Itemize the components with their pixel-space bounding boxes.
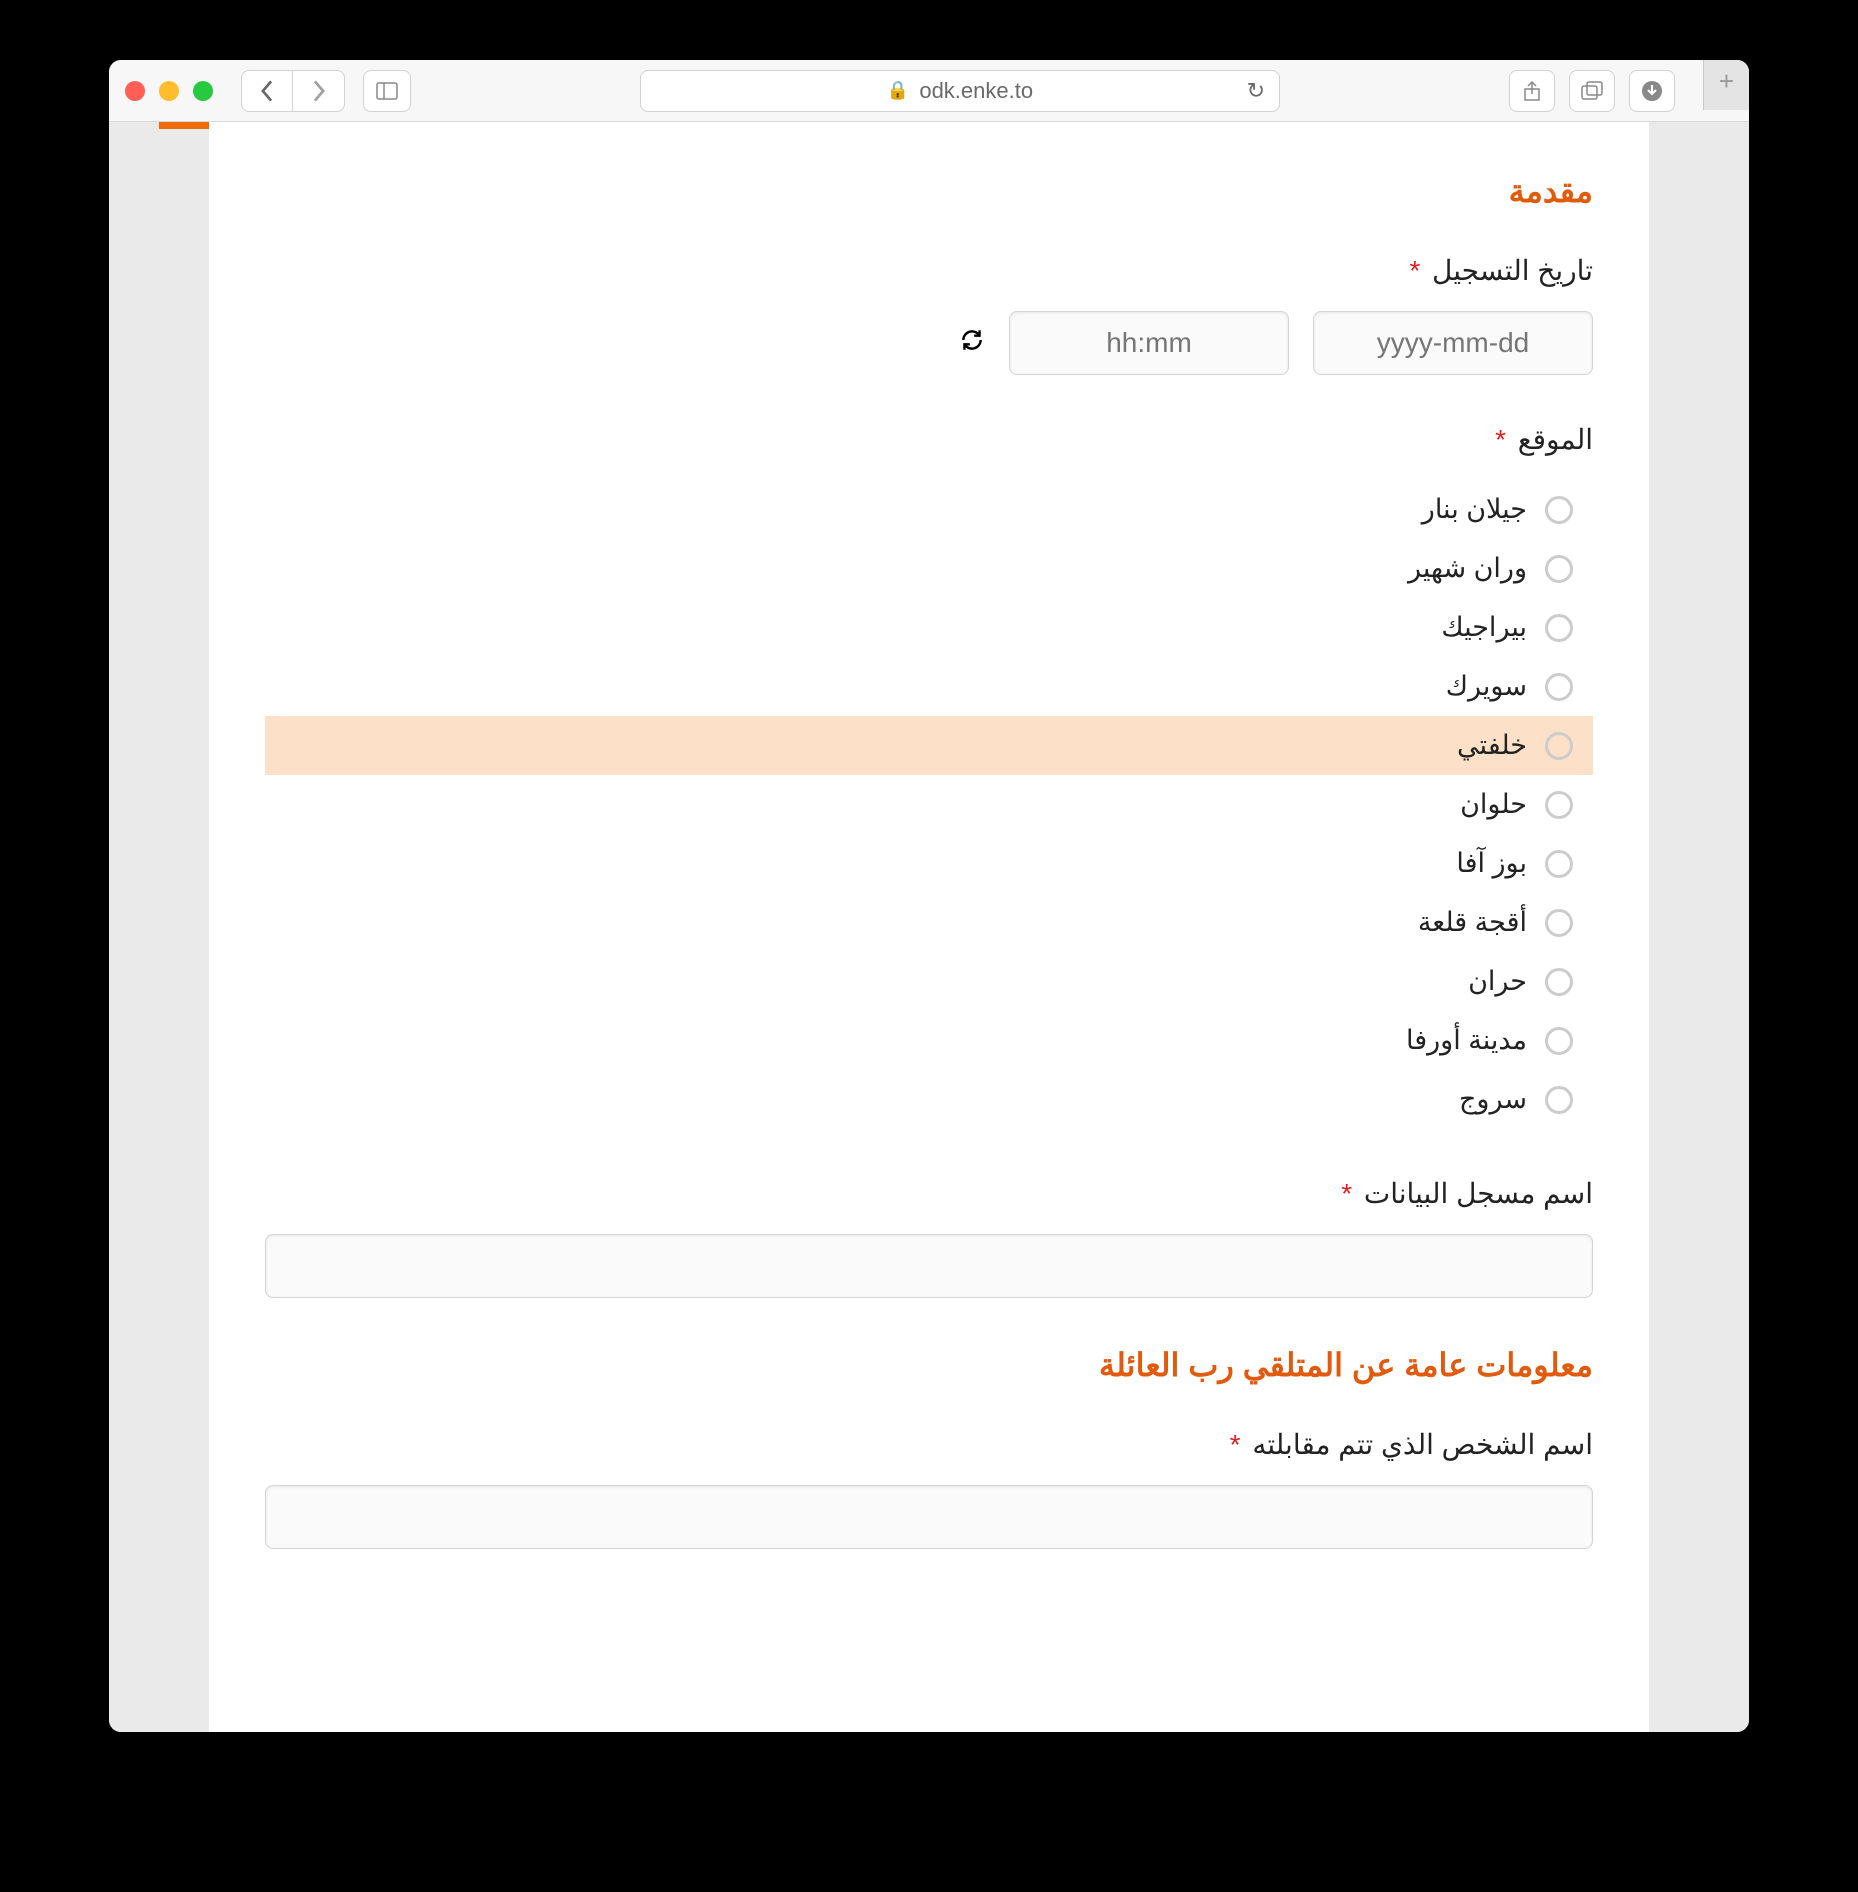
- time-input[interactable]: [1009, 311, 1289, 375]
- sidebar-toggle-button[interactable]: [363, 70, 411, 112]
- required-marker: *: [1341, 1178, 1352, 1209]
- location-option-label: وران شهير: [1408, 553, 1527, 584]
- progress-indicator: [159, 122, 209, 129]
- location-option[interactable]: جيلان بنار: [265, 480, 1593, 539]
- minimize-window-button[interactable]: [159, 81, 179, 101]
- radio-icon: [1545, 909, 1573, 937]
- location-option-label: بوز آفا: [1456, 848, 1527, 879]
- radio-icon: [1545, 614, 1573, 642]
- window-controls: [125, 81, 213, 101]
- location-option[interactable]: خلفتي: [265, 716, 1593, 775]
- nav-buttons: [241, 70, 345, 112]
- radio-icon: [1545, 732, 1573, 760]
- tabs-button[interactable]: [1569, 70, 1615, 112]
- url-text: odk.enke.to: [919, 78, 1033, 104]
- location-option[interactable]: سويرك: [265, 657, 1593, 716]
- refresh-datetime-button[interactable]: [959, 327, 985, 360]
- location-option-label: أقجة قلعة: [1418, 907, 1527, 938]
- section-intro-title: مقدمة: [265, 172, 1593, 210]
- label-interviewee-name: اسم الشخص الذي تتم مقابلته *: [265, 1428, 1593, 1461]
- location-option[interactable]: حلوان: [265, 775, 1593, 834]
- location-option-label: مدينة أورفا: [1406, 1025, 1527, 1056]
- new-tab-button[interactable]: +: [1703, 60, 1749, 110]
- browser-toolbar: 🔒 odk.enke.to ↻ +: [109, 60, 1749, 122]
- address-bar[interactable]: 🔒 odk.enke.to ↻: [640, 70, 1280, 112]
- radio-icon: [1545, 850, 1573, 878]
- location-option-label: سروج: [1459, 1084, 1527, 1115]
- location-option[interactable]: أقجة قلعة: [265, 893, 1593, 952]
- interviewee-name-input[interactable]: [265, 1485, 1593, 1549]
- label-registration-date-text: تاريخ التسجيل: [1432, 255, 1593, 286]
- location-option-label: خلفتي: [1457, 730, 1527, 761]
- date-input[interactable]: [1313, 311, 1593, 375]
- label-interviewee-name-text: اسم الشخص الذي تتم مقابلته: [1252, 1429, 1593, 1460]
- location-option[interactable]: مدينة أورفا: [265, 1011, 1593, 1070]
- back-button[interactable]: [241, 70, 293, 112]
- required-marker: *: [1495, 424, 1506, 455]
- location-option-label: سويرك: [1446, 671, 1527, 702]
- location-option-label: جيلان بنار: [1422, 494, 1527, 525]
- location-option[interactable]: سروج: [265, 1070, 1593, 1129]
- radio-icon: [1545, 1086, 1573, 1114]
- label-location-text: الموقع: [1518, 424, 1593, 455]
- recorder-name-input[interactable]: [265, 1234, 1593, 1298]
- share-icon: [1523, 80, 1541, 102]
- label-location: الموقع *: [265, 423, 1593, 456]
- datetime-inputs: [265, 311, 1593, 375]
- label-recorder-name: اسم مسجل البيانات *: [265, 1177, 1593, 1210]
- location-option[interactable]: وران شهير: [265, 539, 1593, 598]
- location-option[interactable]: حران: [265, 952, 1593, 1011]
- downloads-button[interactable]: [1629, 70, 1675, 112]
- location-option[interactable]: بوز آفا: [265, 834, 1593, 893]
- chevron-right-icon: [311, 80, 327, 102]
- section-recipient-title: معلومات عامة عن المتلقي رب العائلة: [265, 1346, 1593, 1384]
- location-option-label: حلوان: [1460, 789, 1527, 820]
- chevron-left-icon: [259, 80, 275, 102]
- forward-button[interactable]: [293, 70, 345, 112]
- sidebar-icon: [376, 82, 398, 100]
- toolbar-right: +: [1509, 70, 1733, 112]
- radio-icon: [1545, 555, 1573, 583]
- radio-icon: [1545, 1027, 1573, 1055]
- label-recorder-name-text: اسم مسجل البيانات: [1364, 1178, 1593, 1209]
- location-option-label: بيراجيك: [1441, 612, 1527, 643]
- location-option-label: حران: [1468, 966, 1527, 997]
- radio-icon: [1545, 968, 1573, 996]
- maximize-window-button[interactable]: [193, 81, 213, 101]
- survey-form: مقدمة تاريخ التسجيل * الموقع * جيلان بن: [209, 122, 1649, 1732]
- tabs-icon: [1581, 81, 1603, 101]
- radio-icon: [1545, 791, 1573, 819]
- required-marker: *: [1409, 255, 1420, 286]
- radio-icon: [1545, 496, 1573, 524]
- location-radio-group: جيلان بنار وران شهير بيراجيك سويرك خلفتي حلوا…: [265, 480, 1593, 1129]
- address-bar-container: 🔒 odk.enke.to ↻: [451, 70, 1469, 112]
- close-window-button[interactable]: [125, 81, 145, 101]
- reload-icon[interactable]: ↻: [1247, 78, 1265, 104]
- radio-icon: [1545, 673, 1573, 701]
- browser-viewport: مقدمة تاريخ التسجيل * الموقع * جيلان بن: [109, 122, 1749, 1732]
- browser-window: 🔒 odk.enke.to ↻ + مقدمة تا: [109, 60, 1749, 1732]
- download-icon: [1641, 80, 1663, 102]
- share-button[interactable]: [1509, 70, 1555, 112]
- label-registration-date: تاريخ التسجيل *: [265, 254, 1593, 287]
- required-marker: *: [1230, 1429, 1241, 1460]
- lock-icon: 🔒: [887, 80, 909, 101]
- refresh-icon: [959, 327, 985, 353]
- page-background: مقدمة تاريخ التسجيل * الموقع * جيلان بن: [159, 122, 1699, 1732]
- location-option[interactable]: بيراجيك: [265, 598, 1593, 657]
